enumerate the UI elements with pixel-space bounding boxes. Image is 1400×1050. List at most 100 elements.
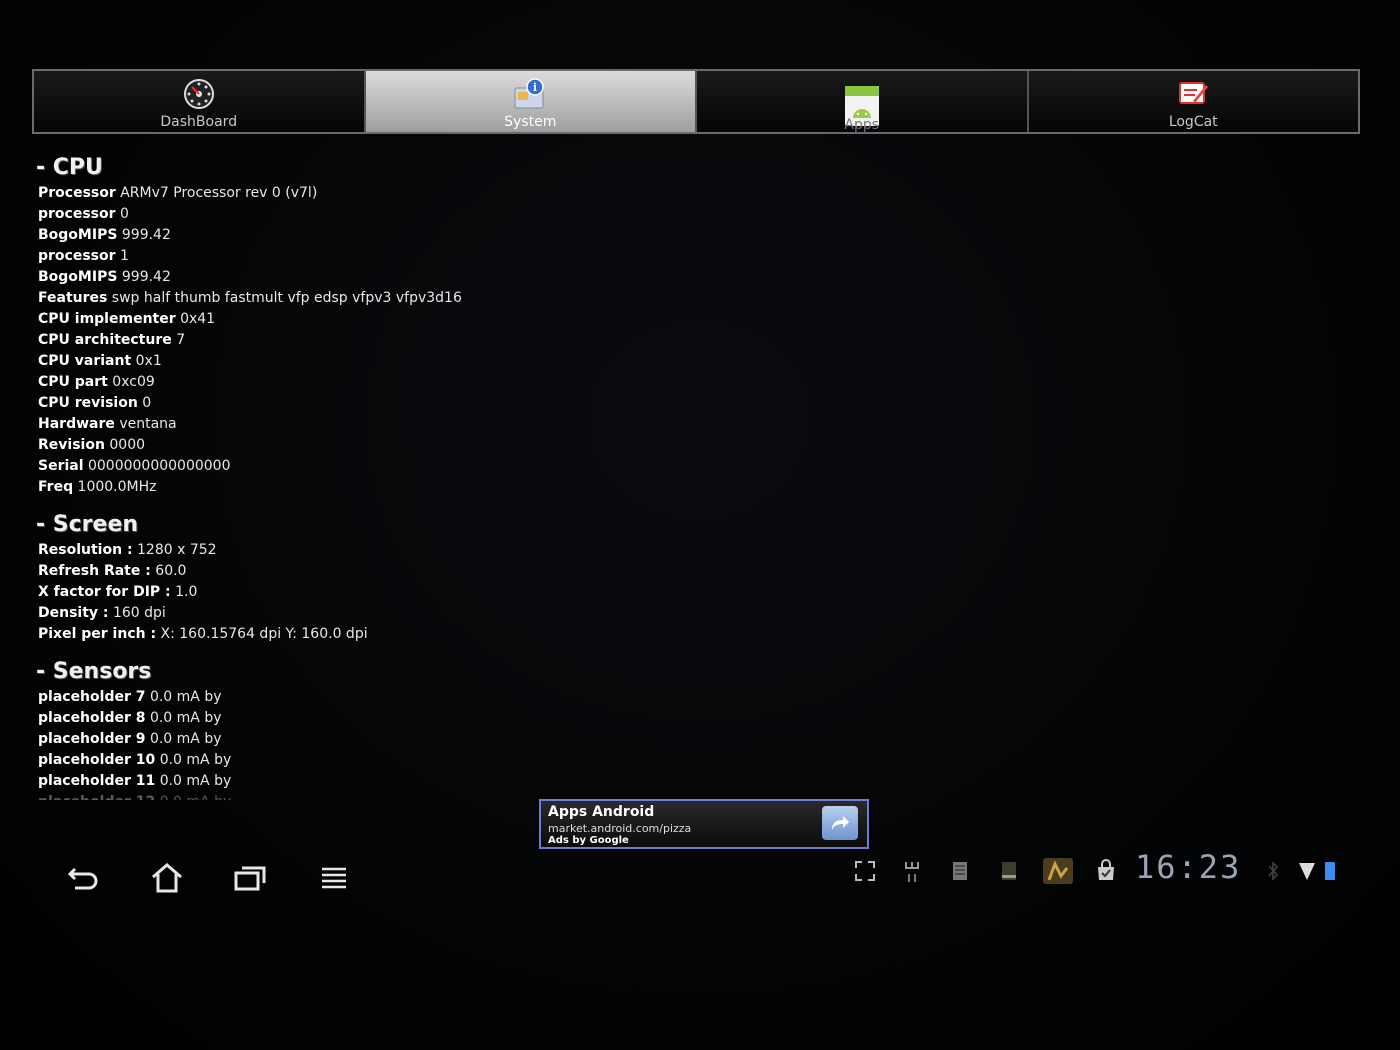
cpu-info-key: BogoMIPS — [38, 227, 118, 243]
sensor-info-key: placeholder 12 — [38, 794, 155, 800]
cpu-info-value: 0x41 — [180, 311, 216, 327]
recent-apps-button[interactable] — [230, 858, 270, 898]
back-icon — [67, 867, 98, 890]
screen-info-row: Density : 160 dpi — [36, 603, 636, 624]
cpu-info-row: CPU implementer 0x41 — [36, 309, 636, 330]
cpu-info-value: ARMv7 Processor rev 0 (v7l) — [120, 185, 318, 201]
sensor-info-key: placeholder 11 — [38, 773, 156, 789]
share-arrow-icon — [832, 816, 849, 830]
cpu-info-value: 7 — [176, 332, 186, 348]
menu-button[interactable] — [314, 858, 354, 898]
screen-info-key: Density : — [38, 605, 109, 621]
logcat-icon — [1175, 76, 1211, 112]
tab-dashboard-label: DashBoard — [160, 113, 238, 130]
cpu-info-row: processor 1 — [36, 246, 636, 267]
cpu-info-key: Revision — [38, 437, 105, 453]
cpu-info-value: 999.42 — [121, 227, 171, 243]
cpu-section-title: - CPU — [36, 155, 103, 180]
sensor-info-row: placeholder 9 0.0 mA by — [36, 729, 636, 750]
cpu-info-key: CPU part — [38, 374, 108, 390]
cpu-info-key: Processor — [38, 185, 116, 201]
tab-apps-label: Apps — [844, 117, 880, 133]
home-button[interactable] — [147, 858, 187, 898]
system-info-icon: i — [512, 76, 548, 112]
screen-section-title: - Screen — [36, 512, 139, 537]
cpu-info-key: CPU revision — [38, 395, 138, 411]
battery-icon — [1322, 856, 1338, 886]
cpu-info-key: Features — [38, 290, 108, 306]
ad-url: market.android.com/pizza — [548, 822, 692, 835]
screen-section: - Screen Resolution : 1280 x 752 Refresh … — [36, 512, 636, 645]
recent-apps-icon — [234, 866, 266, 891]
sensor-info-value: 0.0 mA by — [160, 794, 232, 800]
tab-logcat-label: LogCat — [1168, 113, 1218, 130]
sensors-section: - Sensors placeholder 7 0.0 mA by placeho… — [36, 659, 636, 800]
sensor-info-row: placeholder 7 0.0 mA by — [36, 687, 636, 708]
cpu-section: - CPU Processor ARMv7 Processor rev 0 (v… — [36, 155, 636, 498]
screen-info-value: 160 dpi — [112, 605, 166, 621]
home-icon — [152, 863, 182, 893]
cpu-info-row: BogoMIPS 999.42 — [36, 267, 636, 288]
cpu-info-value: swp half thumb fastmult vfp edsp vfpv3 v… — [111, 290, 462, 306]
ad-banner[interactable]: Apps Android market.android.com/pizza Ad… — [539, 799, 869, 849]
back-button[interactable] — [64, 858, 104, 898]
notification-list-icon — [946, 856, 974, 886]
tab-system[interactable]: i System — [365, 71, 697, 132]
screen-info-value: 1280 x 752 — [137, 542, 217, 558]
cpu-info-value: 0 — [142, 395, 152, 411]
cpu-info-row: processor 0 — [36, 204, 636, 225]
cpu-info-row: Processor ARMv7 Processor rev 0 (v7l) — [36, 183, 636, 204]
tab-bar: DashBoard i System Apps LogCat — [32, 69, 1360, 134]
market-bag-icon — [1092, 856, 1120, 886]
cpu-info-value: 0xc09 — [112, 374, 155, 390]
cpu-info-key: CPU implementer — [38, 311, 176, 327]
cpu-info-value: ventana — [119, 416, 177, 432]
cpu-info-row: CPU variant 0x1 — [36, 351, 636, 372]
sensor-info-value: 0.0 mA by — [149, 689, 222, 705]
cpu-info-row: Features swp half thumb fastmult vfp eds… — [36, 288, 636, 309]
tab-apps[interactable]: Apps — [697, 71, 1029, 133]
screen-info-key: Pixel per inch : — [38, 626, 157, 642]
cpu-info-row: CPU revision 0 — [36, 393, 636, 414]
cpu-info-value: 0 — [119, 206, 129, 222]
tab-dashboard[interactable]: DashBoard — [34, 71, 366, 132]
menu-icon — [322, 867, 346, 889]
sensor-info-key: placeholder 9 — [38, 731, 146, 747]
cpu-info-value: 0000 — [109, 437, 146, 453]
screen-info-key: Resolution : — [38, 542, 133, 558]
system-info-content[interactable]: - CPU Processor ARMv7 Processor rev 0 (v… — [36, 155, 636, 800]
sensor-info-value: 0.0 mA by — [149, 731, 222, 747]
sensor-info-key: placeholder 10 — [38, 752, 156, 768]
screen-info-row: Refresh Rate : 60.0 — [36, 561, 636, 582]
cpu-info-row: CPU part 0xc09 — [36, 372, 636, 393]
ad-attribution: Ads by Google — [548, 835, 629, 846]
ad-open-button[interactable] — [822, 806, 858, 840]
tab-logcat[interactable]: LogCat — [1028, 71, 1358, 132]
cpu-info-value: 999.42 — [121, 269, 171, 285]
sensor-info-value: 0.0 mA by — [159, 773, 232, 789]
cpu-info-row: CPU architecture 7 — [36, 330, 636, 351]
sensor-info-row: placeholder 8 0.0 mA by — [36, 708, 636, 729]
cpu-info-key: BogoMIPS — [38, 269, 118, 285]
cpu-info-key: processor — [38, 248, 116, 264]
screen-info-row: Pixel per inch : X: 160.15764 dpi Y: 160… — [36, 624, 636, 645]
dashboard-icon — [181, 76, 217, 112]
sensor-info-row: placeholder 10 0.0 mA by — [36, 750, 636, 771]
sensor-info-row: placeholder 11 0.0 mA by — [36, 771, 636, 792]
cpu-info-key: Hardware — [38, 416, 115, 432]
sensor-info-key: placeholder 7 — [38, 689, 146, 705]
screen-info-value: 1.0 — [175, 584, 198, 600]
tab-system-label: System — [504, 113, 557, 130]
screen-info-row: X factor for DIP : 1.0 — [36, 582, 636, 603]
screen-info-row: Resolution : 1280 x 752 — [36, 540, 636, 561]
ad-title: Apps Android — [548, 804, 655, 820]
sensor-info-value: 0.0 mA by — [149, 710, 222, 726]
screen-compat-icon[interactable] — [851, 856, 879, 886]
wifi-signal-icon — [1296, 856, 1318, 886]
cpu-info-row: Hardware ventana — [36, 414, 636, 435]
svg-text:i: i — [533, 81, 537, 94]
status-clock[interactable]: 16:23 — [1135, 848, 1241, 886]
cpu-info-row: BogoMIPS 999.42 — [36, 225, 636, 246]
cpu-info-row: Serial 0000000000000000 — [36, 456, 636, 477]
sensors-section-title: - Sensors — [36, 659, 152, 684]
